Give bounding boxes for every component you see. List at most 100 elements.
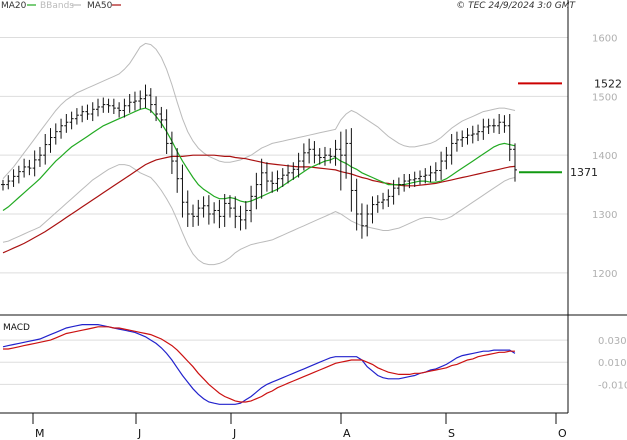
bollinger-bands [2, 42, 516, 266]
price-tick-label: 1200 [592, 269, 617, 280]
ohlc-bar [486, 118, 491, 134]
ohlc-bar [312, 141, 317, 164]
ohlc-bar [307, 138, 312, 164]
ohlc-bar [53, 123, 58, 145]
ohlc-bar [259, 158, 264, 199]
ohlc-bar [381, 192, 386, 210]
ohlc-bar [138, 90, 143, 110]
ohlc-bar [164, 109, 169, 154]
ohlc-bar [338, 131, 343, 191]
price-panel: 1200 1300 1400 1500 1600 1522 1371 [0, 34, 622, 280]
legend-bbands-label: BBands [40, 1, 74, 11]
ohlc-bar [101, 97, 106, 113]
ohlc-bar [370, 196, 375, 224]
ohlc-bar [328, 148, 333, 164]
ohlc-bar [37, 146, 42, 167]
x-axis-tick-label: A [343, 427, 351, 440]
ohlc-bar [191, 204, 196, 227]
x-axis-tick-label: S [448, 427, 455, 440]
ohlc-bar [507, 114, 512, 162]
ohlc-bar [417, 170, 422, 185]
ma20-line [2, 107, 516, 211]
ohlc-bar [344, 129, 349, 179]
ohlc-bar [48, 128, 53, 153]
ohlc-bar [375, 195, 380, 213]
ohlc-bar [69, 111, 74, 130]
legend-ma50-label: MA50 [87, 1, 113, 11]
ohlc-bar [365, 204, 370, 237]
ma50-line [2, 154, 516, 254]
ohlc-bar [433, 162, 438, 182]
ohlc-bar [270, 171, 275, 193]
macd-title: MACD [3, 323, 30, 333]
ohlc-bar [465, 128, 470, 145]
time-axis: MJJASO [0, 412, 568, 440]
ohlc-bar [74, 108, 79, 125]
ohlc-bar [11, 169, 16, 187]
ohlc-bar [238, 205, 243, 231]
price-tick-label: 1300 [592, 210, 617, 221]
ohlc-bar [16, 165, 21, 184]
ohlc-bar [402, 174, 407, 192]
price-tick-labels: 1200 1300 1400 1500 1600 [592, 34, 617, 280]
ohlc-bar [243, 201, 248, 230]
ohlc-bar [460, 130, 465, 147]
macd-tick-label: 0.030 [598, 336, 627, 347]
ohlc-bar [470, 125, 475, 144]
ohlc-bar [196, 199, 201, 226]
ohlc-bar [428, 165, 433, 183]
macd-series [2, 324, 516, 405]
ohlc-bar [212, 202, 217, 224]
ohlc-bar [106, 98, 111, 113]
ohlc-bar [32, 150, 37, 177]
x-axis-tick-label: J [137, 427, 141, 440]
ohlc-bar [391, 179, 396, 205]
ohlc-bar [85, 104, 90, 120]
ohlc-bar [280, 168, 285, 187]
copyright-text: © TEC 24/9/2024 3:0 GMT [456, 1, 576, 11]
macd-panel: 0.030 0.010 -0.010 MACD [0, 323, 627, 405]
macd-tick-label: -0.010 [598, 380, 627, 391]
ohlc-bar [180, 164, 185, 218]
price-gridlines [0, 37, 568, 274]
ohlc-bar [249, 185, 254, 223]
ohlc-bar [254, 172, 259, 210]
ohlc-bar [59, 118, 64, 139]
ohlc-bar [386, 189, 391, 207]
ohlc-bar [22, 158, 27, 178]
ohlc-bar [481, 118, 486, 140]
ohlc-bar [502, 115, 507, 133]
legend-ma20-label: MA20 [1, 1, 27, 11]
moving-averages [2, 107, 516, 254]
panel-frames [0, 0, 627, 413]
ohlc-bar [264, 162, 269, 192]
ohlc-bar [185, 190, 190, 227]
ohlc-bar [206, 195, 211, 225]
level-marker-label: 1371 [570, 166, 598, 179]
price-tick-label: 1600 [592, 34, 617, 45]
macd-tick-labels: 0.030 0.010 -0.010 [598, 336, 627, 391]
ohlc-bar [333, 139, 338, 166]
ohlc-bar [396, 177, 401, 196]
ohlc-bar [90, 102, 95, 122]
ohlc-bar [122, 98, 127, 118]
bbands-upper-line [2, 42, 516, 180]
ohlc-bar [449, 134, 454, 165]
ohlc-bar [491, 118, 496, 133]
ohlc-bar [233, 196, 238, 229]
chart-figure: 1200 1300 1400 1500 1600 1522 1371 0.030 0.010… [0, 0, 627, 440]
ohlc-bar [43, 134, 48, 165]
macd-line [2, 324, 516, 405]
ohlc-bar [148, 88, 153, 113]
ohlc-bar [117, 102, 122, 118]
price-tick-label: 1400 [592, 151, 617, 162]
price-tick-label: 1500 [592, 92, 617, 103]
bbands-lower-line [2, 164, 516, 266]
ohlc-bar [132, 91, 137, 111]
ohlc-bar [497, 114, 502, 134]
ohlc-bar [80, 105, 85, 123]
ohlc-bar [412, 171, 417, 187]
x-axis-tick-label: M [35, 427, 45, 440]
level-marker-label: 1522 [594, 77, 622, 90]
ohlc-bar [64, 114, 69, 133]
